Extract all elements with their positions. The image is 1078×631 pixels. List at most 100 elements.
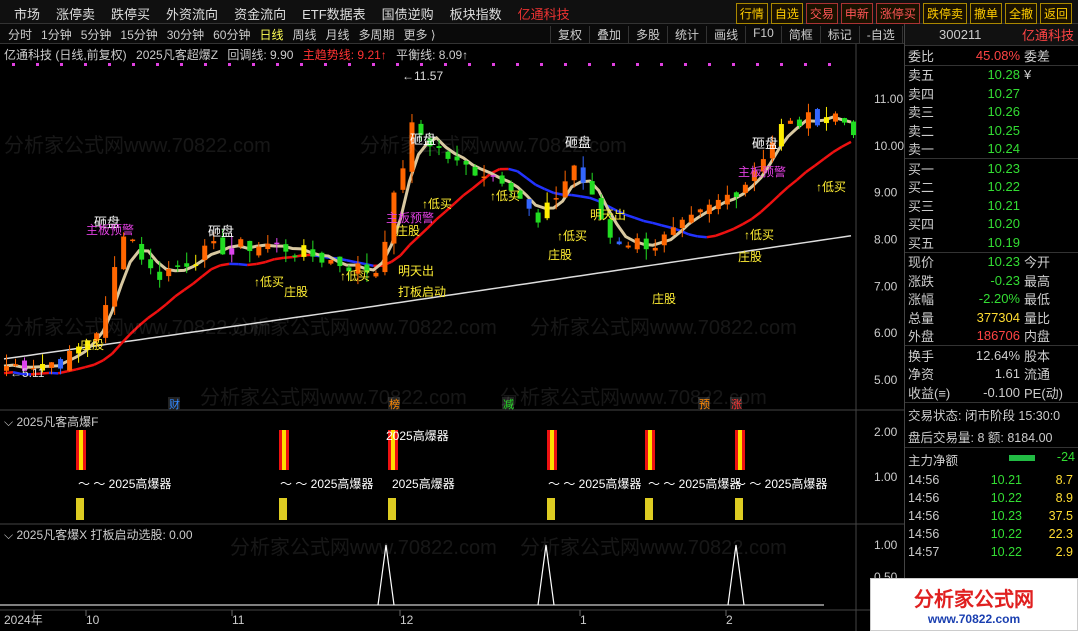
chart-tool-button[interactable]: 统计 [667,26,706,43]
ask-row: 卖四 10.27 [905,84,1078,103]
top-marker [84,63,87,66]
price-axis-label: 11.00 [874,92,903,106]
candle-body [733,192,739,197]
trend-line-segment [57,370,68,375]
trend-line-segment [192,275,204,285]
panel2-title: ⌵ 2025凡客高爆F [4,415,99,429]
mingtian-label: 明天出 [398,264,434,278]
main-net-value: -24 [1056,449,1075,464]
stat-row-extra: 今开 [1024,255,1051,271]
chart-tool-button[interactable]: 复权 [550,26,589,43]
chart-tool-button[interactable]: 标记 [819,26,859,43]
price-axis-label: 10.00 [874,139,904,153]
stat-row-label: 涨幅 [908,292,935,308]
menu-sector-index[interactable]: 板块指数 [442,4,510,23]
stat2-row-extra: PE(动) [1024,385,1064,401]
period-tab[interactable]: 多周期 [359,26,395,43]
top-marker [132,63,135,66]
trend-line-segment [525,176,537,186]
menu-capital-flow[interactable]: 资金流向 [226,4,294,23]
period-tab[interactable]: 周线 [292,26,316,43]
trend-line-segment [471,180,483,190]
panel2-title-text: 2025凡客高爆F [16,415,99,429]
chart-tool-button[interactable]: 画线 [706,26,745,43]
trend-line-segment [787,178,798,189]
candle-body [184,263,190,267]
ask-row-value: 10.27 [987,85,1020,101]
candle-body [688,214,694,223]
period-tab[interactable]: 30分钟 [167,26,204,43]
tool-apply-new-button[interactable]: 申新 [840,3,873,24]
tool-limit-down-sell-button[interactable]: 跌停卖 [922,3,967,24]
trend-line-segment [778,186,789,197]
candle-body [535,212,541,223]
ask-row-value: 10.25 [987,122,1020,138]
trend-line-segment [742,217,753,226]
period-tab[interactable]: 15分钟 [120,26,157,43]
tool-trade-button[interactable]: 交易 [805,3,838,24]
tool-watchlist-button[interactable]: 自选 [770,3,803,24]
period-tab[interactable]: 月线 [326,26,350,43]
stat-row-value: 10.23 [987,254,1020,270]
gaobao-top-label: 2025高爆器 [386,428,449,443]
chart-tool-button[interactable]: 多股 [628,26,667,43]
ask-row-label: 卖五 [908,68,935,84]
trend-line-segment [516,170,528,179]
trend-line-segment [535,183,546,191]
signal-stub [645,498,653,520]
period-tab[interactable]: 1分钟 [41,26,72,43]
tool-back-button[interactable]: 返回 [1039,3,1072,24]
top-marker [348,63,351,66]
top-marker [756,63,759,66]
qidong-label: 打板启动 [398,285,446,299]
stock-name: 亿通科技 [1021,28,1074,43]
trend-line-segment [346,259,356,264]
candle-body [49,362,55,368]
menu-current-stock[interactable]: 亿通科技 [510,4,578,23]
candle-body [661,234,667,246]
candle-body [211,241,217,244]
menu-limit-down-buy[interactable]: 跌停买 [103,4,158,23]
trend-line-segment [247,262,257,267]
bid-row-label: 买二 [908,180,935,196]
chart-toolbar: 复权叠加多股统计画线F10简框标记-自选返回 [550,26,941,43]
zhuanggu-label: 庄股 [652,291,676,306]
bid-row: 买二 10.22 [905,178,1078,197]
stat2-row-label: 换手 [908,348,935,364]
top-marker [516,63,519,66]
trend-line-segment [93,359,104,366]
period-tab[interactable]: 5分钟 [81,26,112,43]
candle-body [454,156,460,161]
menu-foreign-flow[interactable]: 外资流向 [158,4,226,23]
yujing-label: 主板预警 [738,164,786,179]
menu-market[interactable]: 市场 [6,4,48,23]
bid-row-value: 10.19 [987,234,1020,250]
trend-line-segment [462,187,474,197]
chart-tool-button[interactable]: 简框 [780,26,820,43]
period-tab[interactable]: 分时 [8,26,32,43]
period-tab[interactable]: 更多 ⟩ [404,26,436,43]
dimai-label: ↑低买 [557,229,587,243]
menu-etf-data[interactable]: ETF数据表 [294,4,374,23]
period-tab[interactable]: 60分钟 [213,26,250,43]
menu-repo[interactable]: 国债逆购 [374,4,442,23]
low-price-marker: ←5.11 [10,366,45,380]
panel2-axis-label: 1.00 [874,470,898,484]
candle-body [643,238,649,250]
menu-limit-up-sell[interactable]: 涨停卖 [48,4,103,23]
chart-tool-button[interactable]: 叠加 [589,26,628,43]
tool-limit-up-buy-button[interactable]: 涨停买 [875,3,920,24]
candle-body [778,124,784,147]
chart-tool-button[interactable]: F10 [745,26,781,43]
period-tab[interactable]: 日线 [259,26,283,43]
date-axis-label: 12 [400,613,414,627]
main-net-label: 主力净额 [908,453,959,468]
tool-cancel-order-button[interactable]: 撤单 [969,3,1002,24]
tool-quote-button[interactable]: 行情 [735,3,768,24]
candle-body [238,239,244,247]
chart-tool-button[interactable]: -自选 [858,26,902,43]
zapan-label: 砸盘 [208,224,234,239]
candle-body [157,271,163,280]
top-marker [708,63,711,66]
tool-cancel-all-button[interactable]: 全撤 [1004,3,1037,24]
